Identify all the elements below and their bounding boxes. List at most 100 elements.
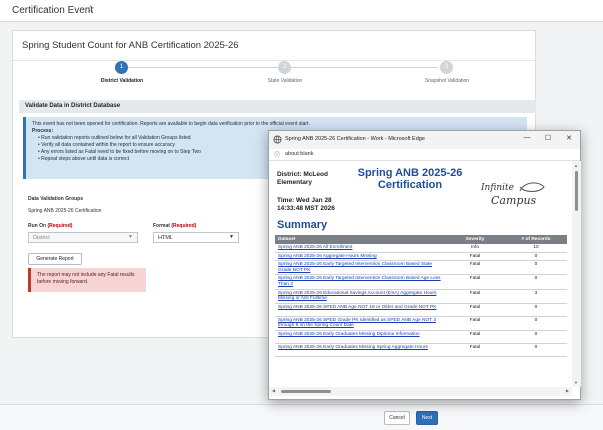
table-row: Spring ANB 2025-26 All Enrollment Info 1…: [275, 244, 567, 253]
format-label-text: Format: [153, 223, 172, 229]
severity-cell: Fatal: [445, 330, 505, 344]
dataset-link[interactable]: Spring ANB 2025-26 SPED ANB Age NOT 18 o…: [275, 303, 445, 317]
footer-bar: [0, 404, 603, 430]
dataset-link[interactable]: Spring ANB 2025-26 Early Targeted Interv…: [275, 274, 445, 290]
run-on-label-text: Run On: [28, 223, 48, 229]
window-titlebar[interactable]: Spring ANB 2025-26 Certification - Work …: [269, 131, 580, 149]
minimize-button[interactable]: —: [522, 134, 532, 141]
format-label: Format (Required): [153, 223, 196, 229]
step-2-label: State Validation: [267, 78, 303, 84]
column-header: # of Records: [505, 235, 567, 244]
stepper-connector: [290, 67, 438, 68]
dataset-link[interactable]: Spring ANB 2025-26 All Enrollment: [275, 244, 445, 253]
records-cell: 3: [505, 289, 567, 304]
chevron-down-icon: ▼: [128, 234, 133, 240]
scroll-left-icon[interactable]: ◀: [272, 388, 275, 393]
summary-heading: Summary: [277, 219, 328, 231]
fatal-warning: The report may not include any Fatal res…: [28, 268, 146, 292]
star-icon[interactable]: ☆: [86, 4, 95, 15]
step-1-label: District Validation: [100, 78, 144, 84]
logo-text: Infinite: [481, 183, 514, 193]
severity-cell: Fatal: [445, 343, 505, 357]
records-cell: 0: [505, 252, 567, 262]
infinite-campus-logo: Infinite Campus: [481, 179, 561, 211]
dataset-link[interactable]: Spring ANB 2025-26 SPED Grade PK Identif…: [275, 316, 445, 331]
records-cell: 0: [505, 316, 567, 331]
horizontal-scrollbar[interactable]: ◀ ▶: [269, 387, 572, 396]
table-row: Spring ANB 2025-26 Early Targeted Interv…: [275, 274, 567, 290]
severity-cell: Fatal: [445, 260, 505, 276]
records-cell: 10: [505, 244, 567, 253]
next-button[interactable]: Next: [416, 411, 438, 425]
severity-cell: Fatal: [445, 274, 505, 290]
severity-cell: Fatal: [445, 316, 505, 331]
scroll-up-icon[interactable]: ▲: [574, 163, 578, 168]
required-marker: (Required): [47, 223, 73, 229]
records-cell: 0: [505, 260, 567, 276]
groups-value: Spring ANB 2025-26 Certification: [28, 208, 102, 214]
window-title: Spring ANB 2025-26 Certification - Work …: [285, 136, 425, 142]
dataset-link[interactable]: Spring ANB 2025-26 Aggregate Hours Missi…: [275, 252, 445, 262]
page-header: Certification Event ☆: [0, 0, 603, 22]
column-header: Severity: [445, 235, 505, 244]
scroll-down-icon[interactable]: ▼: [574, 380, 578, 385]
table-row: Spring ANB 2025-26 SPED Grade PK Identif…: [275, 316, 567, 331]
step-3-label: Snapshot Validation: [424, 78, 470, 84]
table-row: Spring ANB 2025-26 Early Graduates Missi…: [275, 343, 567, 357]
records-cell: 0: [505, 274, 567, 290]
page-title: Certification Event: [12, 5, 94, 16]
format-select[interactable]: HTML ▼: [153, 232, 239, 243]
section-header: Validate Data in District Database: [19, 100, 536, 113]
logo-swoosh-icon: [519, 182, 545, 192]
severity-cell: Fatal: [445, 252, 505, 262]
records-cell: 0: [505, 330, 567, 344]
report-content: District: McLeod Elementary Time: Wed Ja…: [269, 161, 572, 387]
chevron-down-icon: ▼: [229, 234, 234, 240]
run-on-value: District: [33, 235, 50, 241]
dataset-link[interactable]: Spring ANB 2025-26 Early Graduates Missi…: [275, 330, 445, 344]
scroll-right-icon[interactable]: ▶: [566, 388, 569, 393]
records-cell: 0: [505, 303, 567, 317]
summary-table: Dataset Severity # of Records Spring ANB…: [275, 235, 567, 357]
generate-report-button[interactable]: Generate Report: [28, 253, 82, 265]
info-intro: This event has not been opened for certi…: [32, 121, 310, 127]
groups-heading: Data Validation Groups: [28, 196, 84, 202]
run-on-select[interactable]: District ▼: [28, 232, 138, 243]
table-header-row: Dataset Severity # of Records: [275, 235, 567, 244]
stepper-connector: [122, 67, 278, 68]
card-title: Spring Student Count for ANB Certificati…: [22, 40, 239, 51]
table-row: Spring ANB 2025-26 Early Targeted Interv…: [275, 260, 567, 276]
table-row: Spring ANB 2025-26 Early Graduates Missi…: [275, 330, 567, 344]
page-icon: [273, 135, 282, 144]
divider: [13, 60, 535, 61]
report-popup-window: Spring ANB 2025-26 Certification - Work …: [268, 130, 581, 400]
required-marker: (Required): [171, 223, 197, 229]
vertical-scrollbar[interactable]: ▲ ▼: [572, 161, 581, 387]
scrollbar-thumb[interactable]: [281, 390, 331, 393]
report-title: Spring ANB 2025-26 Certification: [357, 167, 463, 191]
dataset-link[interactable]: Spring ANB 2025-26 Early Graduates Missi…: [275, 343, 445, 357]
column-header: Dataset: [275, 235, 445, 244]
address-bar[interactable]: ⓘ about:blank: [269, 149, 580, 161]
address-url: about:blank: [285, 151, 314, 157]
severity-cell: Info: [445, 244, 505, 253]
table-row: Spring ANB 2025-26 SPED ANB Age NOT 18 o…: [275, 303, 567, 317]
table-row: Spring ANB 2025-26 Educational Savings A…: [275, 289, 567, 304]
dataset-link[interactable]: Spring ANB 2025-26 Early Targeted Interv…: [275, 260, 445, 276]
severity-cell: Fatal: [445, 303, 505, 317]
step-2-indicator: 2: [278, 61, 291, 74]
format-value: HTML: [158, 235, 173, 241]
maximize-button[interactable]: ☐: [543, 134, 553, 142]
district-name: District: McLeod Elementary: [277, 171, 328, 186]
cancel-button[interactable]: Cancel: [384, 411, 410, 425]
step-3-indicator: 3: [440, 61, 453, 74]
records-cell: 0: [505, 343, 567, 357]
logo-text: Campus: [491, 194, 537, 207]
step-1-indicator[interactable]: 1: [115, 61, 128, 74]
report-time: Time: Wed Jan 28 14:33:48 MST 2026: [277, 197, 335, 212]
dataset-link[interactable]: Spring ANB 2025-26 Educational Savings A…: [275, 289, 445, 304]
close-button[interactable]: ✕: [564, 134, 574, 142]
info-icon[interactable]: ⓘ: [274, 150, 280, 159]
severity-cell: Fatal: [445, 289, 505, 304]
scrollbar-thumb[interactable]: [575, 171, 578, 211]
